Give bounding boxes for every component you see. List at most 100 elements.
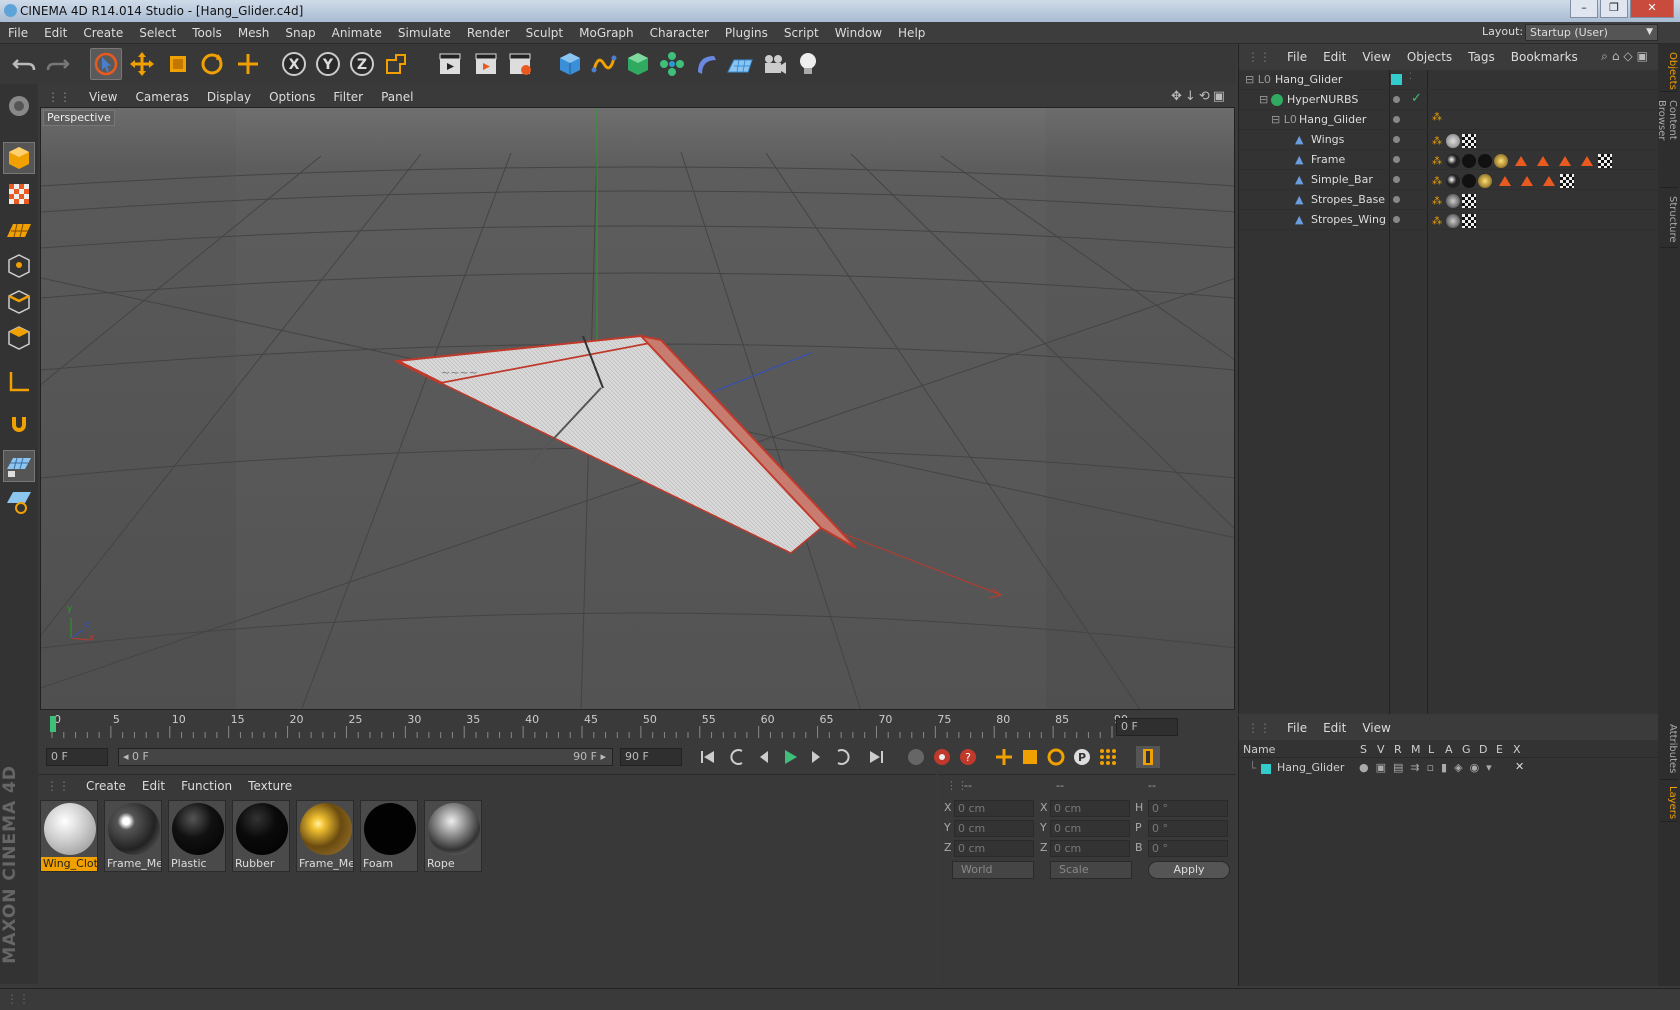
object-row[interactable]: ▲ Stropes_Base ⁂ — [1239, 190, 1659, 210]
model-mode-button[interactable] — [3, 142, 35, 174]
add-deformer-button[interactable] — [690, 48, 722, 80]
next-frame-button[interactable] — [804, 746, 828, 768]
object-row[interactable]: ⊟ L0 Hang_Glider ⁂ — [1239, 110, 1659, 130]
editor-visibility-dot[interactable] — [1393, 156, 1400, 163]
key-rotation-button[interactable] — [1044, 746, 1068, 768]
size-mode-select[interactable]: Scale — [1050, 861, 1132, 879]
menu-edit[interactable]: Edit — [36, 22, 75, 44]
add-light-button[interactable] — [792, 48, 824, 80]
position-z-field[interactable]: 0 cm — [954, 840, 1034, 857]
move-tool-button[interactable] — [126, 48, 158, 80]
render-view-button[interactable] — [434, 48, 466, 80]
object-search-icons[interactable]: ⌕⌂◇▣ — [1601, 49, 1652, 64]
viewport-nav-icons[interactable]: ✥↓⟲▣ — [1171, 89, 1228, 104]
size-x-field[interactable]: 0 cm — [1050, 800, 1130, 817]
menu-sculpt[interactable]: Sculpt — [518, 22, 571, 44]
go-to-start-button[interactable] — [696, 746, 720, 768]
layer-col-generators[interactable]: G — [1462, 743, 1471, 756]
object-menu-tags[interactable]: Tags — [1460, 44, 1503, 70]
layer-menu-file[interactable]: File — [1279, 716, 1315, 740]
layer-col-locked[interactable]: L — [1428, 743, 1434, 756]
viewport-menu-view[interactable]: View — [80, 87, 126, 107]
material-tags[interactable]: ⁂ — [1432, 153, 1612, 168]
tab-objects[interactable]: Objects — [1660, 48, 1678, 92]
position-y-field[interactable]: 0 cm — [954, 820, 1034, 837]
tab-structure[interactable]: Structure — [1660, 192, 1678, 248]
layer-col-animation[interactable]: A — [1445, 743, 1453, 756]
menu-animate[interactable]: Animate — [324, 22, 390, 44]
size-y-field[interactable]: 0 cm — [1050, 820, 1130, 837]
add-floor-button[interactable] — [724, 48, 756, 80]
menu-select[interactable]: Select — [131, 22, 184, 44]
add-nurbs-button[interactable] — [622, 48, 654, 80]
object-menu-view[interactable]: View — [1354, 44, 1398, 70]
editor-visibility-dot[interactable] — [1393, 136, 1400, 143]
axis-mode-button[interactable] — [3, 366, 35, 398]
live-selection-button[interactable] — [90, 48, 122, 80]
material-tags[interactable]: ⁂ — [1432, 193, 1476, 208]
timeline-ruler[interactable]: 051015202530354045505560657075808590 0 F — [40, 712, 1236, 742]
menu-character[interactable]: Character — [642, 22, 717, 44]
object-row[interactable]: ⊟ L0 Hang_Glider ⁚ — [1239, 70, 1659, 90]
previous-key-button[interactable] — [726, 746, 750, 768]
material-swatch[interactable]: Plastic — [168, 800, 226, 872]
material-swatch[interactable]: Rope — [424, 800, 482, 872]
tag-icon[interactable]: ⁂ — [1432, 112, 1442, 123]
object-menu-edit[interactable]: Edit — [1315, 44, 1354, 70]
render-settings-button[interactable] — [504, 48, 536, 80]
layer-col-manager[interactable]: M — [1411, 743, 1421, 756]
menu-mesh[interactable]: Mesh — [230, 22, 278, 44]
next-key-button[interactable] — [830, 746, 854, 768]
menu-file[interactable]: File — [0, 22, 36, 44]
record-active-button[interactable] — [904, 746, 928, 768]
material-menu-texture[interactable]: Texture — [240, 775, 300, 797]
material-menu-function[interactable]: Function — [173, 775, 240, 797]
apply-button[interactable]: Apply — [1148, 861, 1230, 879]
layer-toggle-icons[interactable]: ●▣▤⇉▫▮◈◉▾ — [1359, 761, 1499, 774]
add-camera-button[interactable] — [758, 48, 790, 80]
material-swatch[interactable]: Rubber — [232, 800, 290, 872]
add-cube-button[interactable] — [554, 48, 586, 80]
x-axis-lock-button[interactable]: X — [278, 48, 310, 80]
size-z-field[interactable]: 0 cm — [1050, 840, 1130, 857]
viewport-menu-panel[interactable]: Panel — [372, 87, 422, 107]
viewport-menu-options[interactable]: Options — [260, 87, 324, 107]
editor-visibility-dot[interactable] — [1393, 176, 1400, 183]
material-swatch[interactable]: Frame_Met — [104, 800, 162, 872]
material-tags[interactable]: ⁂ — [1432, 173, 1574, 188]
y-axis-lock-button[interactable]: Y — [312, 48, 344, 80]
material-menu-edit[interactable]: Edit — [134, 775, 173, 797]
redo-button[interactable] — [42, 48, 74, 80]
object-row[interactable]: ▲ Stropes_Wing ⁂ — [1239, 210, 1659, 230]
layer-col-deformers[interactable]: D — [1479, 743, 1487, 756]
layer-color-swatch[interactable] — [1391, 74, 1402, 85]
menu-mograph[interactable]: MoGraph — [571, 22, 642, 44]
add-array-button[interactable] — [656, 48, 688, 80]
workplane-lock-button[interactable] — [3, 450, 35, 482]
menu-snap[interactable]: Snap — [277, 22, 323, 44]
previous-frame-button[interactable] — [752, 746, 776, 768]
material-swatch[interactable]: Foam — [360, 800, 418, 872]
rotate-tool-button[interactable] — [196, 48, 228, 80]
layer-col-view[interactable]: V — [1377, 743, 1385, 756]
coordinate-system-button[interactable] — [380, 48, 412, 80]
position-x-field[interactable]: 0 cm — [954, 800, 1034, 817]
layer-col-xref[interactable]: X — [1513, 743, 1521, 756]
menu-tools[interactable]: Tools — [184, 22, 230, 44]
frame-range-slider[interactable]: ◂ 0 F 90 F ▸ — [118, 748, 613, 766]
z-axis-lock-button[interactable]: Z — [346, 48, 378, 80]
render-picture-viewer-button[interactable] — [470, 48, 502, 80]
add-spline-button[interactable] — [588, 48, 620, 80]
viewport-menu-cameras[interactable]: Cameras — [126, 87, 197, 107]
recent-tool-button[interactable] — [232, 48, 264, 80]
locked-workplane-button[interactable] — [3, 486, 35, 518]
points-mode-button[interactable] — [3, 250, 35, 282]
layer-color-swatch[interactable] — [1261, 764, 1271, 774]
menu-plugins[interactable]: Plugins — [717, 22, 776, 44]
object-row[interactable]: ▲ Simple_Bar ⁂ — [1239, 170, 1659, 190]
object-row[interactable]: ▲ Frame ⁂ — [1239, 150, 1659, 170]
keyframe-selection-button[interactable]: ? — [956, 746, 980, 768]
material-swatch[interactable]: Wing_Cloth — [40, 800, 98, 872]
key-parameter-button[interactable]: P — [1070, 746, 1094, 768]
current-frame-field[interactable]: 0 F — [1116, 718, 1178, 736]
